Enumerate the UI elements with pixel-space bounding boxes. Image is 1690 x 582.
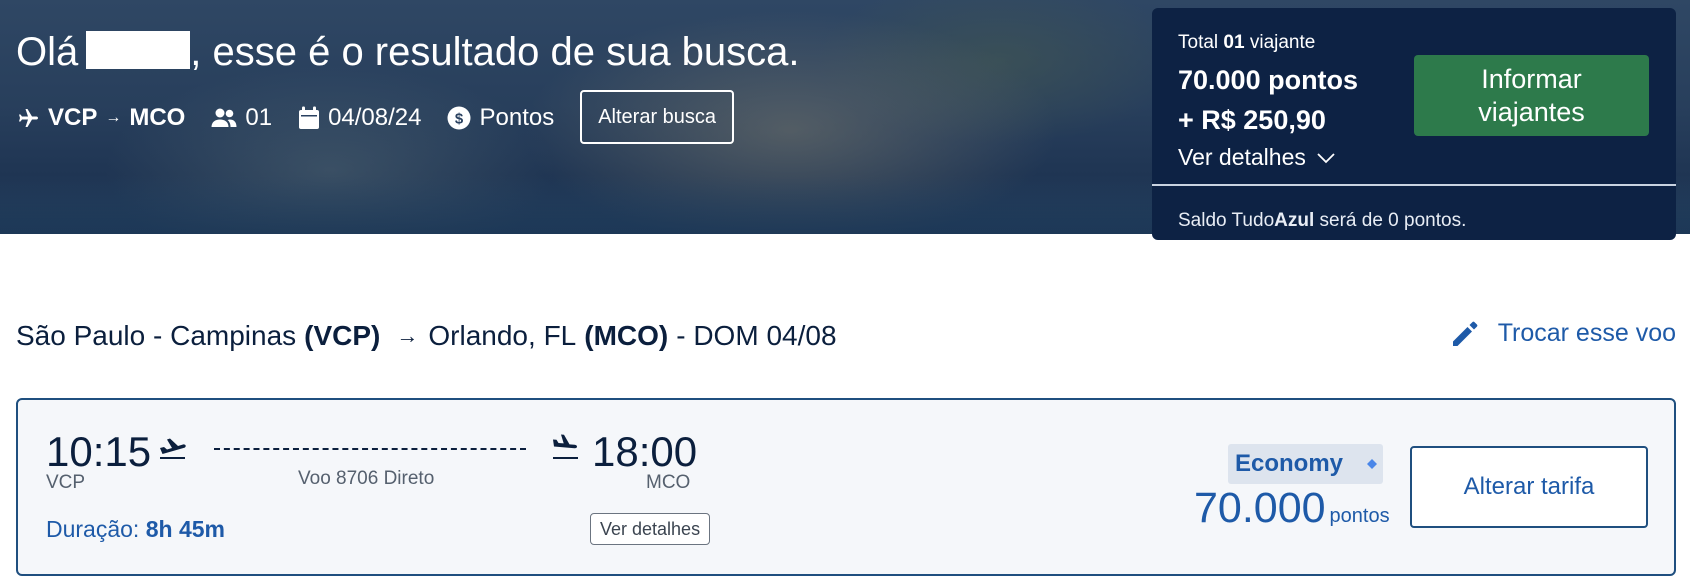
total-prefix: Total	[1178, 32, 1219, 53]
change-flight-link[interactable]: Trocar esse voo	[1450, 318, 1676, 348]
route-origin: VCP	[48, 104, 98, 131]
origin-code: (VCP)	[304, 320, 381, 351]
payment-type: Pontos	[479, 104, 555, 131]
fare-class-label: Economy	[1235, 450, 1344, 477]
search-summary-row: VCP → MCO 01 04/08/24 $ Pontos Alterar b…	[16, 90, 735, 144]
inform-travelers-button[interactable]: Informar viajantes	[1414, 55, 1649, 136]
route-summary: VCP → MCO	[16, 104, 185, 132]
origin-city: São Paulo - Campinas	[16, 320, 297, 351]
balance-prefix: Saldo Tudo	[1178, 210, 1275, 231]
duration-label: Duração:	[46, 516, 140, 542]
total-count: 01	[1223, 32, 1245, 53]
greeting-prefix: Olá	[16, 30, 79, 74]
dollar-coin-icon: $	[447, 106, 471, 130]
departure-code: VCP	[46, 472, 86, 493]
fare-class-badge: Economy	[1228, 444, 1383, 484]
duration-value: 8h 45m	[145, 516, 225, 542]
calendar-icon	[299, 106, 320, 129]
total-points: 70.000 pontos	[1178, 65, 1359, 95]
flight-date: - DOM 04/08	[676, 320, 837, 351]
total-travelers: Total 01 viajante	[1178, 32, 1315, 54]
arrow-right-icon: →	[396, 323, 419, 348]
takeoff-icon	[160, 438, 186, 459]
inform-label-line2: viajantes	[1478, 96, 1585, 127]
flight-duration: Duração: 8h 45m	[46, 516, 225, 543]
flight-card: 10:15 18:00 VCP Voo 8706 Direto MCO Dura…	[16, 398, 1676, 576]
passengers-summary: 01	[211, 104, 272, 132]
total-price: 70.000 pontos + R$ 250,90	[1178, 60, 1358, 140]
fare-points: 70.000	[1194, 484, 1326, 532]
points-balance: Saldo TudoAzul será de 0 pontos.	[1178, 210, 1466, 232]
balance-suffix: será de 0 pontos.	[1314, 210, 1467, 231]
date-summary: 04/08/24	[298, 104, 421, 132]
booking-summary-panel: Total 01 viajante 70.000 pontos + R$ 250…	[1152, 8, 1676, 240]
summary-details-label: Ver detalhes	[1178, 144, 1306, 170]
airplane-icon	[19, 109, 38, 127]
destination-city: Orlando, FL	[428, 320, 577, 351]
total-money: + R$ 250,90	[1178, 105, 1326, 135]
fare-price: 70.000 pontos	[1194, 484, 1390, 533]
passenger-count: 01	[245, 104, 273, 131]
users-icon	[211, 108, 237, 127]
flight-number-info: Voo 8706 Direto	[298, 468, 435, 489]
flight-route-title: São Paulo - Campinas (VCP) → Orlando, FL…	[16, 320, 837, 352]
change-fare-button[interactable]: Alterar tarifa	[1410, 446, 1648, 528]
diamond-icon	[1367, 459, 1378, 469]
fare-points-unit: pontos	[1329, 505, 1390, 527]
greeting-suffix: , esse é o resultado de sua busca.	[190, 30, 800, 74]
pencil-icon	[1452, 321, 1477, 346]
svg-text:$: $	[455, 111, 464, 128]
chevron-down-icon	[1317, 152, 1335, 163]
redacted-user-name	[86, 31, 191, 69]
landing-icon	[553, 434, 578, 459]
inform-label-line1: Informar	[1481, 63, 1582, 94]
arrival-code: MCO	[646, 472, 691, 493]
change-flight-label: Trocar esse voo	[1497, 318, 1676, 347]
route-destination: MCO	[129, 104, 186, 131]
payment-summary: $ Pontos	[447, 104, 554, 132]
balance-brand: Azul	[1274, 210, 1315, 231]
arrow-right-icon: →	[105, 109, 122, 126]
arrival-time: 18:00	[592, 428, 698, 475]
summary-divider	[1152, 184, 1676, 186]
flight-path-line	[214, 448, 526, 450]
total-suffix: viajante	[1249, 32, 1316, 53]
change-search-button[interactable]: Alterar busca	[580, 90, 735, 144]
destination-code: (MCO)	[584, 320, 669, 351]
summary-details-toggle[interactable]: Ver detalhes	[1178, 144, 1336, 171]
departure-time: 10:15	[46, 428, 152, 475]
flight-details-button[interactable]: Ver detalhes	[590, 513, 711, 545]
greeting-heading: Olá , esse é o resultado de sua busca.	[16, 30, 800, 75]
travel-date: 04/08/24	[328, 104, 422, 131]
